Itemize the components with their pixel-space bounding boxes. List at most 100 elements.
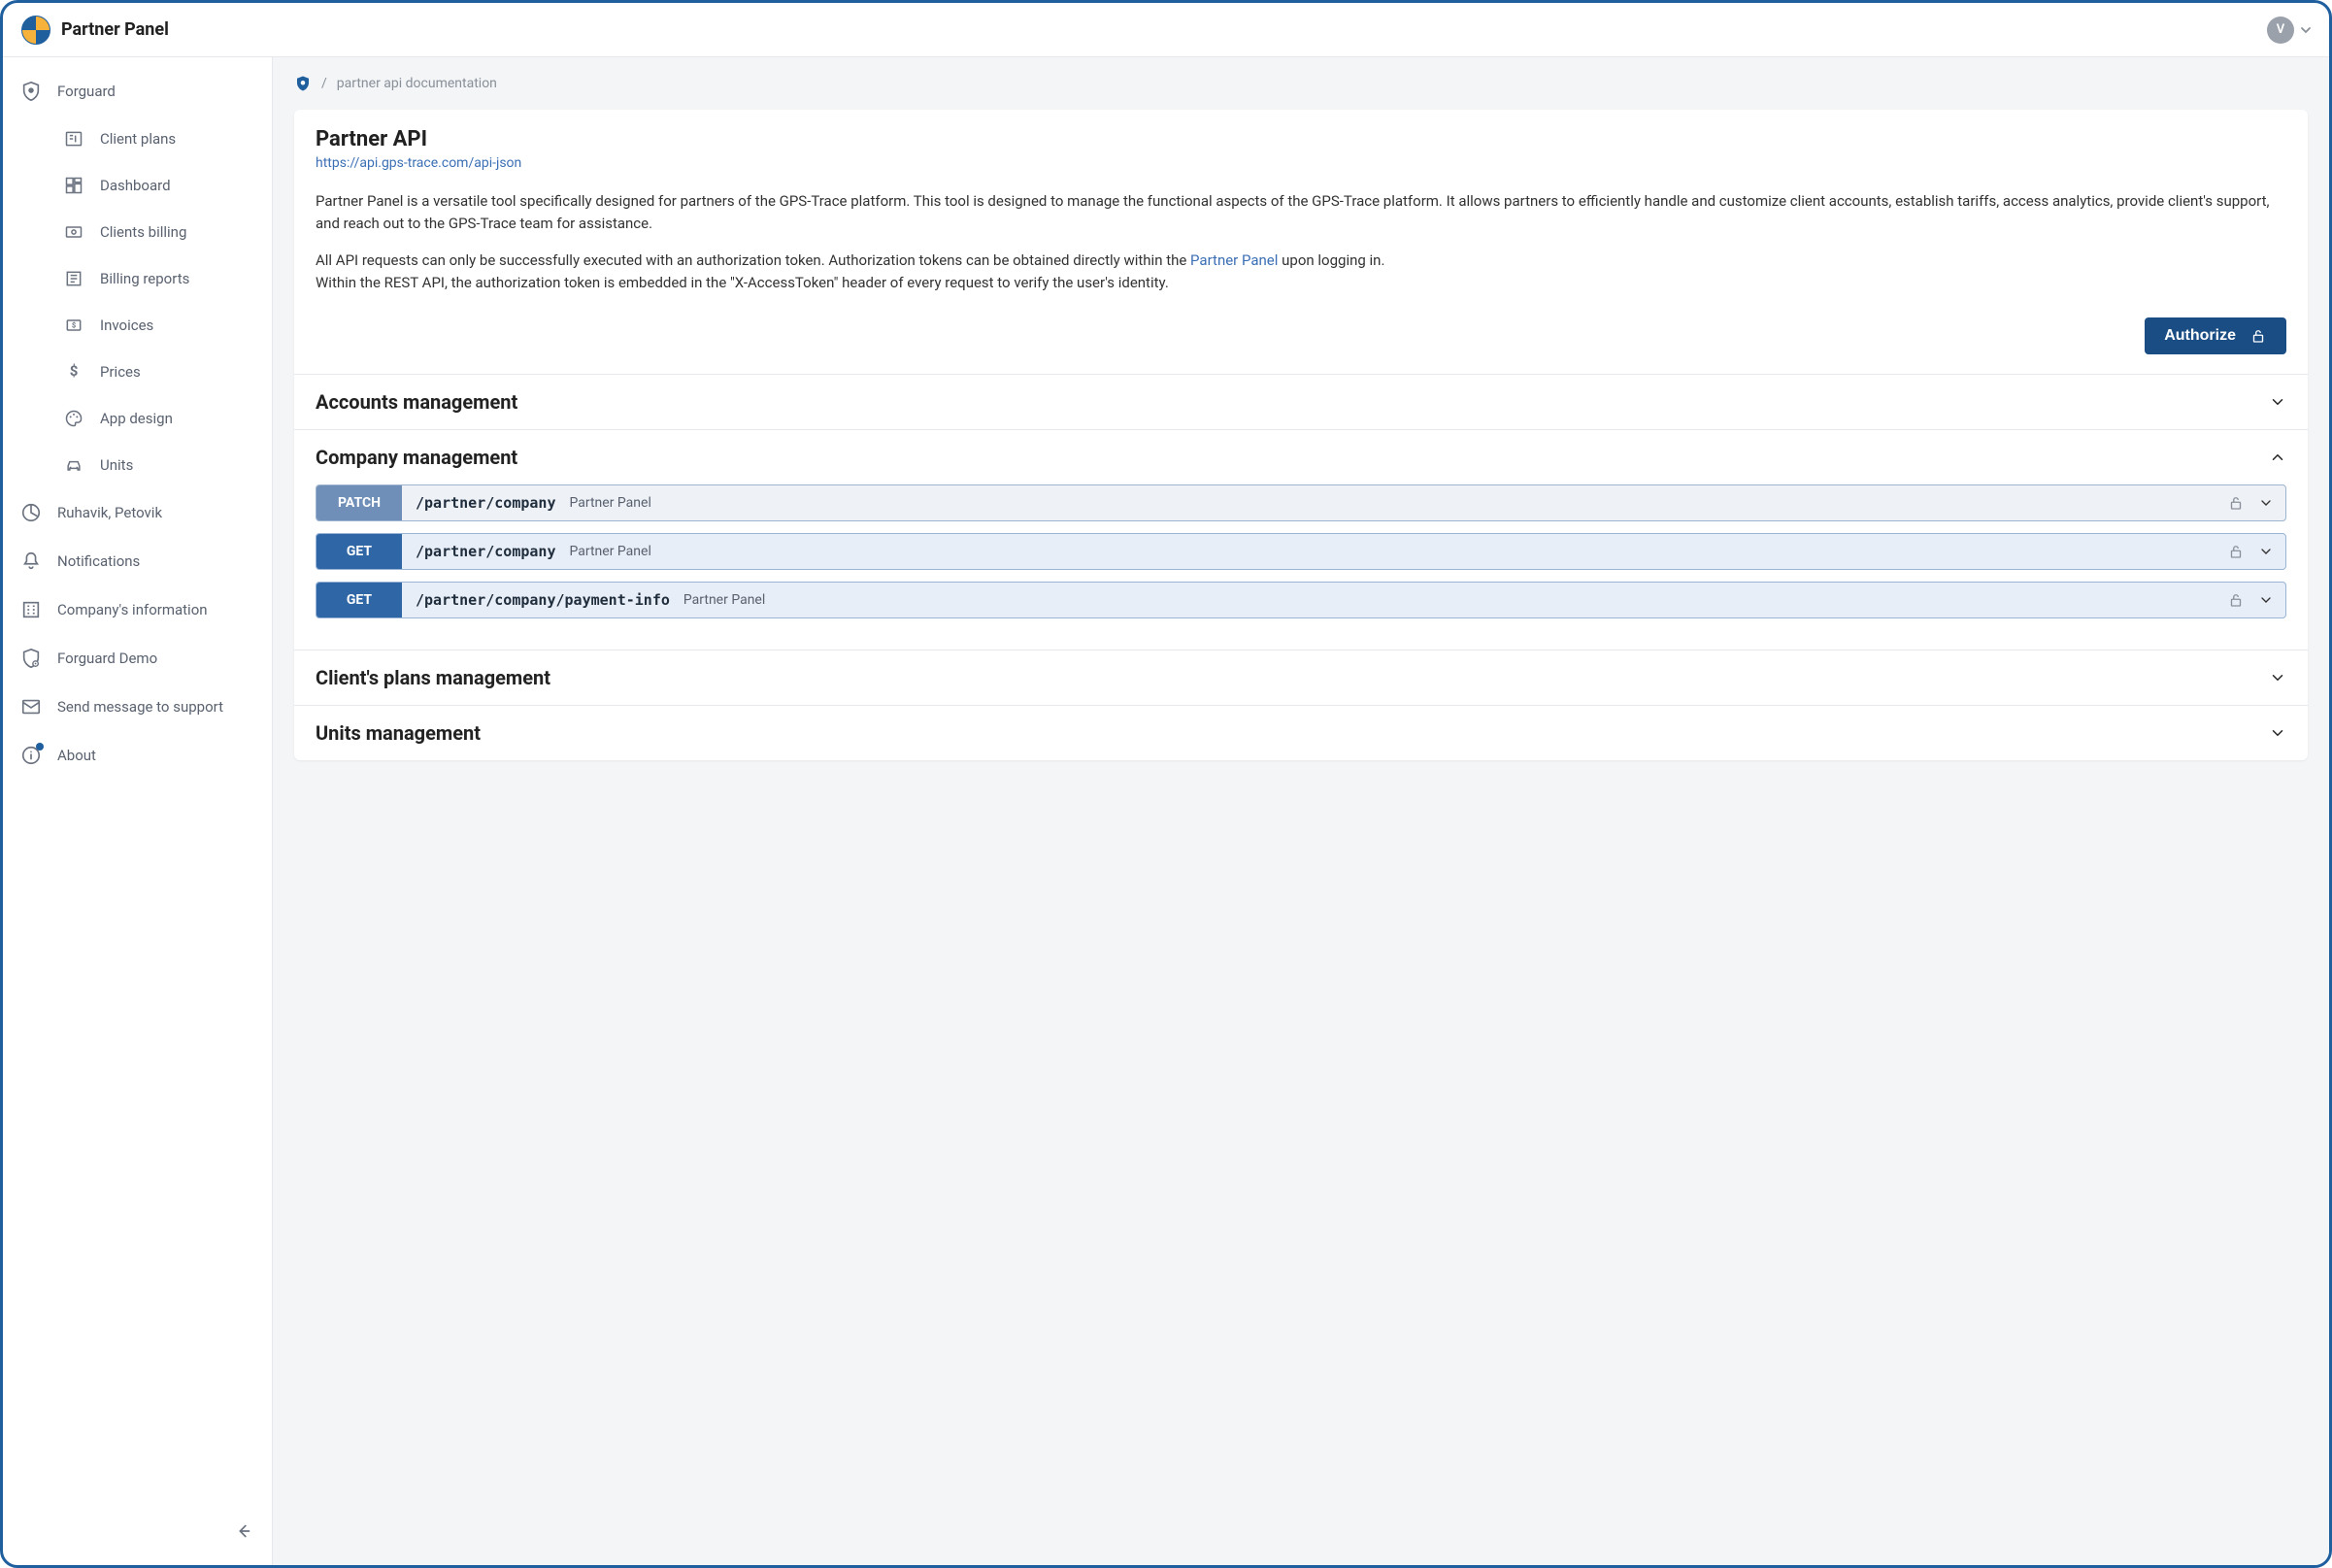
section-toggle[interactable]: Accounts management bbox=[294, 375, 2308, 429]
sidebar-item-label: Units bbox=[100, 456, 133, 474]
chevron-down-icon bbox=[2269, 724, 2286, 742]
sidebar-item-label: Prices bbox=[100, 363, 141, 381]
lock-icon bbox=[2227, 543, 2245, 560]
partner-panel-link[interactable]: Partner Panel bbox=[1190, 251, 1278, 269]
sidebar-item-invoices[interactable]: $ Invoices bbox=[3, 302, 272, 349]
sidebar-item-ruhavik[interactable]: Ruhavik, Petovik bbox=[3, 488, 272, 537]
sidebar-item-units[interactable]: Units bbox=[3, 442, 272, 488]
brand-title: Partner Panel bbox=[61, 19, 169, 40]
sidebar-item-support[interactable]: Send message to support bbox=[3, 683, 272, 731]
section-toggle[interactable]: Company management bbox=[294, 430, 2308, 484]
brand[interactable]: Partner Panel bbox=[20, 15, 169, 46]
unlock-icon bbox=[2249, 327, 2267, 345]
sidebar-item-label: App design bbox=[100, 410, 173, 427]
sidebar-item-billing-reports[interactable]: Billing reports bbox=[3, 255, 272, 302]
sidebar-item-label: Invoices bbox=[100, 317, 153, 334]
api-spec-link[interactable]: https://api.gps-trace.com/api-json bbox=[316, 155, 521, 171]
dashboard-icon bbox=[63, 176, 84, 195]
bell-icon bbox=[20, 550, 42, 572]
sidebar-item-label: Forguard Demo bbox=[57, 650, 157, 667]
api-path: /partner/company bbox=[416, 494, 556, 512]
section-toggle[interactable]: Units management bbox=[294, 706, 2308, 760]
billing-icon bbox=[63, 222, 84, 242]
api-section: Accounts management bbox=[294, 374, 2308, 429]
authorize-button[interactable]: Authorize bbox=[2145, 317, 2286, 354]
chevron-down-icon bbox=[2258, 495, 2274, 511]
sidebar-item-label: Client plans bbox=[100, 130, 176, 148]
car-icon bbox=[63, 455, 84, 475]
api-summary: Partner Panel bbox=[570, 544, 651, 559]
lock-icon bbox=[2227, 494, 2245, 512]
breadcrumb-current: partner api documentation bbox=[337, 76, 497, 91]
main-content: / partner api documentation Partner API … bbox=[273, 57, 2329, 1565]
building-icon bbox=[20, 599, 42, 620]
invoices-icon: $ bbox=[63, 316, 84, 335]
http-method-badge: GET bbox=[316, 534, 402, 569]
chevron-down-icon bbox=[2258, 544, 2274, 559]
sidebar-item-company-info[interactable]: Company's information bbox=[3, 585, 272, 634]
api-path: /partner/company/payment-info bbox=[416, 591, 670, 609]
chevron-down-icon bbox=[2269, 669, 2286, 686]
user-menu[interactable]: V bbox=[2267, 17, 2312, 44]
sidebar-item-label: About bbox=[57, 747, 96, 764]
palette-icon bbox=[63, 409, 84, 428]
section-title: Units management bbox=[316, 721, 481, 745]
sidebar-collapse[interactable] bbox=[3, 1511, 272, 1555]
sidebar-item-app-design[interactable]: App design bbox=[3, 395, 272, 442]
api-operation[interactable]: GET/partner/company/payment-info Partner … bbox=[316, 582, 2286, 618]
topbar: Partner Panel V bbox=[3, 3, 2329, 57]
sidebar-item-clients-billing[interactable]: Clients billing bbox=[3, 209, 272, 255]
api-summary: Partner Panel bbox=[683, 592, 765, 608]
sidebar-item-client-plans[interactable]: Client plans bbox=[3, 116, 272, 162]
sidebar-item-prices[interactable]: $ Prices bbox=[3, 349, 272, 395]
sidebar-item-label: Ruhavik, Petovik bbox=[57, 504, 162, 521]
arrow-left-icon bbox=[233, 1520, 254, 1542]
shield-eye-icon bbox=[20, 648, 42, 669]
section-title: Accounts management bbox=[316, 390, 517, 414]
reports-icon bbox=[63, 269, 84, 288]
api-section: Company managementPATCH/partner/companyP… bbox=[294, 429, 2308, 650]
sidebar-item-label: Clients billing bbox=[100, 223, 186, 241]
api-summary: Partner Panel bbox=[570, 495, 651, 511]
mail-icon bbox=[20, 696, 42, 717]
prices-icon: $ bbox=[63, 362, 84, 382]
lock-icon bbox=[2227, 591, 2245, 609]
brand-logo-icon bbox=[20, 15, 51, 46]
sidebar-item-label: Notifications bbox=[57, 552, 140, 570]
sidebar-item-dashboard[interactable]: Dashboard bbox=[3, 162, 272, 209]
chevron-down-icon bbox=[2269, 393, 2286, 411]
svg-text:$: $ bbox=[72, 321, 76, 330]
svg-text:$: $ bbox=[70, 362, 79, 380]
client-plans-icon bbox=[63, 129, 84, 149]
sidebar-item-label: Send message to support bbox=[57, 698, 223, 716]
api-card: Partner API https://api.gps-trace.com/ap… bbox=[294, 110, 2308, 760]
chevron-up-icon bbox=[2269, 449, 2286, 466]
chevron-down-icon bbox=[2258, 592, 2274, 608]
api-description: Partner Panel is a versatile tool specif… bbox=[316, 190, 2286, 294]
api-section: Units management bbox=[294, 705, 2308, 760]
http-method-badge: GET bbox=[316, 583, 402, 617]
section-title: Company management bbox=[316, 446, 517, 469]
sidebar-item-label: Dashboard bbox=[100, 177, 171, 194]
sidebar: Forguard Client plans Dashboard Clients … bbox=[3, 57, 273, 1565]
chevron-down-icon bbox=[2300, 24, 2312, 36]
http-method-badge: PATCH bbox=[316, 485, 402, 520]
section-toggle[interactable]: Client's plans management bbox=[294, 651, 2308, 705]
api-operation[interactable]: PATCH/partner/company Partner Panel bbox=[316, 484, 2286, 521]
info-icon bbox=[20, 745, 42, 766]
sidebar-item-label: Billing reports bbox=[100, 270, 189, 287]
sidebar-item-label: Company's information bbox=[57, 601, 208, 618]
breadcrumb-home-icon[interactable] bbox=[294, 75, 312, 92]
api-title: Partner API bbox=[316, 127, 2286, 151]
sidebar-item-notifications[interactable]: Notifications bbox=[3, 537, 272, 585]
avatar: V bbox=[2267, 17, 2294, 44]
sidebar-item-forguard-demo[interactable]: Forguard Demo bbox=[3, 634, 272, 683]
sidebar-tenant-label: Forguard bbox=[57, 83, 116, 100]
sidebar-tenant[interactable]: Forguard bbox=[3, 67, 272, 116]
api-path: /partner/company bbox=[416, 543, 556, 560]
sidebar-item-about[interactable]: About bbox=[3, 731, 272, 780]
section-title: Client's plans management bbox=[316, 666, 550, 689]
pie-icon bbox=[20, 502, 42, 523]
shield-icon bbox=[20, 81, 42, 102]
api-operation[interactable]: GET/partner/company Partner Panel bbox=[316, 533, 2286, 570]
